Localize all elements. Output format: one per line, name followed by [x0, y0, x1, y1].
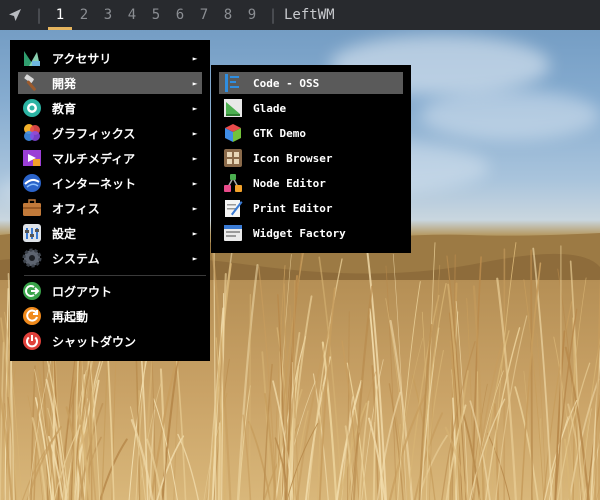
workspace-3[interactable]: 3 [96, 0, 120, 30]
office-briefcase-icon [22, 198, 42, 218]
workspace-7[interactable]: 7 [192, 0, 216, 30]
submenu-arrow-icon: ► [192, 228, 198, 238]
submenu-arrow-icon: ► [192, 203, 198, 213]
launcher-button[interactable] [0, 0, 30, 30]
menu-item-label: オフィス [52, 201, 100, 216]
gtk-demo-icon [223, 123, 243, 143]
shutdown-icon [22, 331, 42, 351]
menu-item-label: ログアウト [52, 284, 113, 299]
submenu-arrow-icon: ► [192, 178, 198, 188]
submenu-arrow-icon: ► [192, 103, 198, 113]
submenu-arrow-icon: ► [192, 78, 198, 88]
menu-item-label: 開発 [52, 76, 77, 91]
workspace-2[interactable]: 2 [72, 0, 96, 30]
submenu-item-code-oss[interactable]: Code - OSS [219, 72, 403, 94]
menu-item-reboot[interactable]: 再起動 [18, 305, 202, 327]
submenu-item-label: Icon Browser [253, 151, 333, 165]
menu-item-label: 教育 [52, 101, 77, 116]
menu-item-system[interactable]: システム ► [18, 247, 202, 269]
submenu-item-gtk-demo[interactable]: GTK Demo [219, 122, 403, 144]
widget-factory-icon [223, 223, 243, 243]
menu-item-education[interactable]: 教育 ► [18, 97, 202, 119]
submenu-item-node-editor[interactable]: Node Editor [219, 172, 403, 194]
menu-item-label: アクセサリ [52, 51, 112, 66]
development-submenu: Code - OSS Glade GTK Demo Icon Browser N… [211, 65, 411, 253]
submenu-arrow-icon: ► [192, 53, 198, 63]
reboot-icon [22, 306, 42, 326]
top-bar: | 1 2 3 4 5 6 7 8 9 | LeftWM [0, 0, 600, 30]
menu-item-logout[interactable]: ログアウト [18, 280, 202, 302]
icon-browser-icon [223, 148, 243, 168]
menu-item-label: シャットダウン [52, 334, 137, 349]
submenu-item-label: Print Editor [253, 201, 333, 215]
workspace-5[interactable]: 5 [144, 0, 168, 30]
submenu-item-print-editor[interactable]: Print Editor [219, 197, 403, 219]
submenu-arrow-icon: ► [192, 128, 198, 138]
submenu-item-icon-browser[interactable]: Icon Browser [219, 147, 403, 169]
send-arrow-icon [9, 9, 21, 21]
code-oss-icon [223, 73, 243, 93]
menu-item-label: グラフィックス [52, 126, 136, 141]
node-editor-icon [223, 173, 243, 193]
menu-item-multimedia[interactable]: マルチメディア ► [18, 147, 202, 169]
submenu-item-label: Node Editor [253, 176, 326, 190]
submenu-item-label: Glade [253, 101, 287, 115]
graphics-icon [22, 123, 42, 143]
submenu-arrow-icon: ► [192, 253, 198, 263]
print-editor-icon [223, 198, 243, 218]
education-icon [22, 98, 42, 118]
window-title: LeftWM [284, 7, 335, 23]
menu-item-label: 再起動 [52, 309, 89, 324]
workspace-6[interactable]: 6 [168, 0, 192, 30]
menu-item-accessories[interactable]: アクセサリ ► [18, 47, 202, 69]
internet-globe-icon [22, 173, 42, 193]
bar-separator: | [268, 6, 278, 24]
submenu-item-label: Code - OSS [253, 76, 320, 90]
workspace-1[interactable]: 1 [48, 0, 72, 30]
submenu-item-label: Widget Factory [253, 226, 346, 240]
system-gear-icon [22, 248, 42, 268]
bar-separator: | [34, 6, 44, 24]
menu-item-label: システム [52, 251, 100, 266]
submenu-arrow-icon: ► [192, 153, 198, 163]
menu-item-internet[interactable]: インターネット ► [18, 172, 202, 194]
logout-icon [22, 281, 42, 301]
submenu-item-glade[interactable]: Glade [219, 97, 403, 119]
development-hammer-icon [22, 73, 42, 93]
menu-item-graphics[interactable]: グラフィックス ► [18, 122, 202, 144]
menu-item-settings[interactable]: 設定 ► [18, 222, 202, 244]
workspace-4[interactable]: 4 [120, 0, 144, 30]
submenu-item-label: GTK Demo [253, 126, 306, 140]
menu-item-development[interactable]: 開発 ► [18, 72, 202, 94]
menu-item-label: インターネット [52, 176, 137, 191]
menu-item-label: 設定 [52, 226, 77, 241]
accessories-icon [22, 48, 42, 68]
menu-item-office[interactable]: オフィス ► [18, 197, 202, 219]
submenu-item-widget-factory[interactable]: Widget Factory [219, 222, 403, 244]
workspace-9[interactable]: 9 [240, 0, 264, 30]
workspace-8[interactable]: 8 [216, 0, 240, 30]
settings-icon [22, 223, 42, 243]
menu-divider [24, 275, 206, 276]
menu-item-label: マルチメディア [52, 151, 136, 166]
application-menu: アクセサリ ► 開発 ► 教育 ► グラフィックス ► マルチメディア ► イン… [10, 40, 210, 361]
multimedia-icon [22, 148, 42, 168]
glade-icon [223, 98, 243, 118]
menu-item-shutdown[interactable]: シャットダウン [18, 330, 202, 352]
